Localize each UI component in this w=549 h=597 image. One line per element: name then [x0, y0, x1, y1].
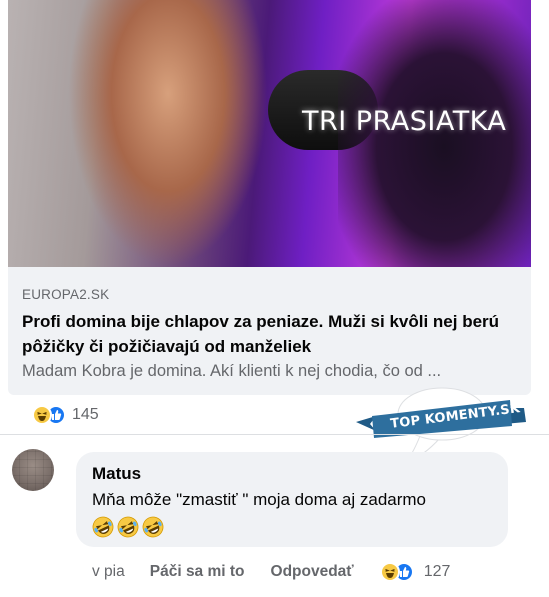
comment-timestamp[interactable]: v pia: [92, 563, 125, 581]
avatar[interactable]: [12, 449, 54, 491]
haha-icon: [32, 405, 52, 425]
link-domain: EUROPA2.SK: [22, 287, 110, 302]
link-preview-card[interactable]: TRI PRASIATKA EUROPA2.SK Profi domina bi…: [8, 0, 531, 395]
link-preview-text[interactable]: EUROPA2.SK Profi domina bije chlapov za …: [8, 267, 531, 395]
rofl-icon: [92, 516, 114, 538]
comment-bubble: Matus Mňa môže "zmastiť " moja doma aj z…: [76, 452, 508, 547]
divider: [0, 434, 549, 435]
comment-reactions[interactable]: 127: [379, 562, 451, 582]
comment-text: Mňa môže "zmastiť " moja doma aj zadarmo: [92, 490, 427, 509]
link-description: Madam Kobra je domina. Akí klienti k nej…: [22, 362, 442, 380]
link-headline[interactable]: Profi domina bije chlapov za peniaze. Mu…: [22, 309, 517, 359]
comment-emojis: [92, 516, 492, 538]
haha-icon: [379, 562, 400, 582]
like-button[interactable]: Páči sa mi to: [150, 563, 245, 581]
reply-button[interactable]: Odpovedať: [271, 563, 354, 581]
comment-reaction-count: 127: [423, 563, 451, 580]
thumbnail-overlay-text: TRI PRASIATKA: [302, 106, 507, 137]
rofl-icon: [142, 516, 164, 538]
link-thumbnail-image[interactable]: TRI PRASIATKA: [8, 0, 531, 267]
woman-portrait-image: [68, 0, 268, 267]
post-reaction-count[interactable]: 145: [72, 406, 99, 424]
comment-actions: v pia Páči sa mi to Odpovedať 127: [92, 561, 450, 583]
post-reactions[interactable]: 145: [32, 404, 99, 426]
comment-author[interactable]: Matus: [92, 464, 492, 484]
rofl-icon: [117, 516, 139, 538]
